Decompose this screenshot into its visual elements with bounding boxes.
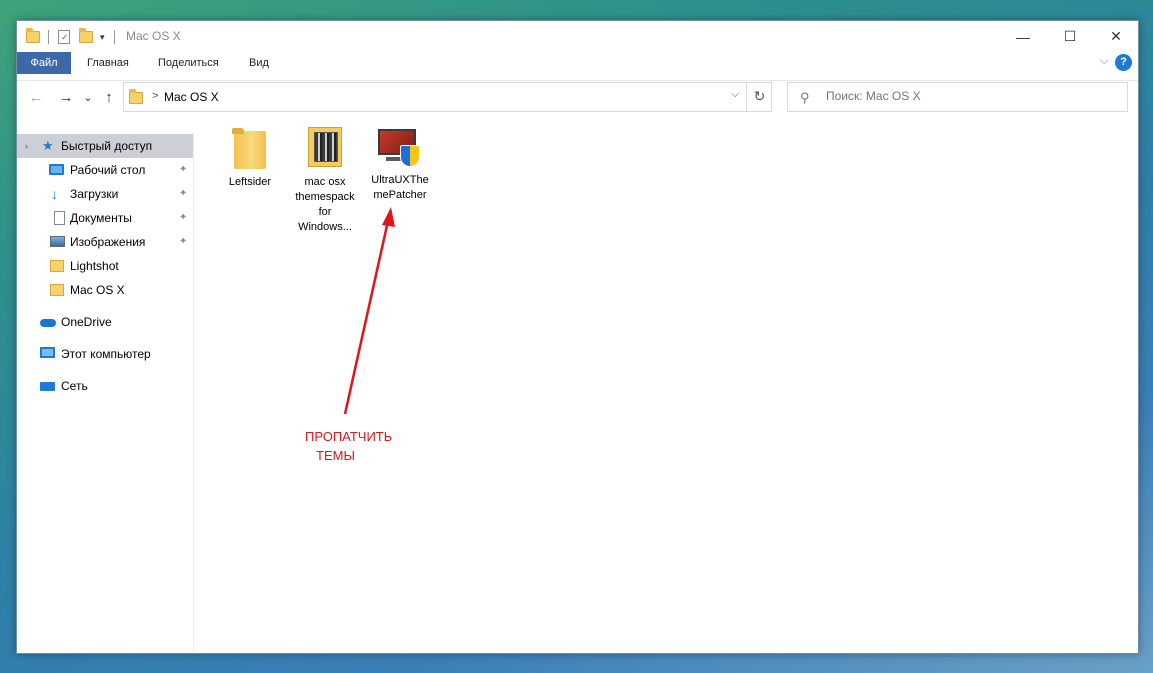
sidebar-item-label: Этот компьютер bbox=[61, 347, 151, 361]
sidebar-item-onedrive[interactable]: OneDrive bbox=[17, 310, 193, 334]
star-icon: ★ bbox=[42, 138, 54, 153]
tab-view[interactable]: Вид bbox=[239, 52, 279, 74]
pin-icon[interactable]: ✦ bbox=[179, 182, 187, 206]
pin-icon[interactable]: ✦ bbox=[179, 206, 187, 230]
tab-file[interactable]: Файл bbox=[17, 52, 71, 74]
close-button[interactable]: ✕ bbox=[1093, 21, 1139, 52]
sidebar-item-label: Быстрый доступ bbox=[61, 139, 153, 153]
sidebar-item-label: Загрузки bbox=[70, 187, 119, 201]
maximize-button[interactable]: ☐ bbox=[1047, 21, 1093, 52]
properties-icon[interactable]: ✓ bbox=[58, 30, 70, 44]
tab-share[interactable]: Поделиться bbox=[148, 52, 229, 74]
quick-access-toolbar: ✓ ▾ bbox=[26, 28, 115, 46]
back-button[interactable]: ← bbox=[25, 81, 47, 115]
minimize-button[interactable]: — bbox=[1000, 21, 1046, 52]
expand-chevron-icon[interactable]: › bbox=[25, 134, 28, 158]
sidebar-item-label: Lightshot bbox=[70, 259, 119, 273]
desktop-icon bbox=[49, 164, 64, 175]
sidebar-item-downloads[interactable]: ↓ Загрузки ✦ bbox=[17, 182, 193, 206]
window-title: Mac OS X bbox=[126, 29, 181, 43]
folder-icon bbox=[232, 128, 266, 169]
documents-icon bbox=[54, 211, 65, 225]
file-list[interactable]: Leftsider mac osx themespack for Windows… bbox=[195, 121, 1138, 653]
installer-shield-icon bbox=[378, 127, 422, 167]
pictures-icon bbox=[50, 236, 65, 247]
title-bar[interactable]: ✓ ▾ Mac OS X — ☐ ✕ bbox=[17, 21, 1138, 52]
computer-icon bbox=[40, 347, 55, 358]
navigation-pane: › ★ Быстрый доступ Рабочий стол ✦ ↓ Загр… bbox=[17, 131, 194, 653]
refresh-button[interactable]: ↻ bbox=[746, 82, 772, 112]
help-icon[interactable]: ? bbox=[1115, 54, 1132, 71]
file-name: UltraUXThemePatcher bbox=[371, 174, 429, 201]
address-bar[interactable]: > Mac OS X ⌵ bbox=[123, 82, 772, 112]
folder-icon bbox=[50, 260, 64, 272]
new-folder-icon[interactable] bbox=[79, 28, 93, 43]
sidebar-item-lightshot[interactable]: Lightshot bbox=[17, 254, 193, 278]
folder-icon bbox=[129, 89, 143, 104]
up-button[interactable]: ↑ bbox=[99, 81, 119, 115]
onedrive-icon bbox=[40, 319, 56, 327]
recent-locations-button[interactable]: ⌄ bbox=[81, 81, 95, 115]
file-item-ultrauxthemepatcher[interactable]: UltraUXThemePatcher bbox=[365, 127, 435, 203]
explorer-window: ✓ ▾ Mac OS X — ☐ ✕ Файл Главная Поделить… bbox=[16, 20, 1139, 654]
annotation-line-1: ПРОПАТЧИТЬ bbox=[305, 429, 393, 444]
customize-toolbar-icon[interactable]: ▾ bbox=[100, 32, 105, 43]
archive-icon bbox=[308, 127, 342, 167]
sidebar-item-desktop[interactable]: Рабочий стол ✦ bbox=[17, 158, 193, 182]
folder-icon bbox=[26, 28, 40, 43]
ribbon-tabs: Файл Главная Поделиться Вид bbox=[17, 52, 1138, 74]
downloads-icon: ↓ bbox=[51, 186, 58, 202]
search-icon: ⚲ bbox=[800, 90, 810, 105]
navigation-bar: ← → ⌄ ↑ > Mac OS X ⌵ ↻ ⚲ bbox=[17, 80, 1138, 114]
toolbar-divider bbox=[48, 30, 49, 44]
file-name: mac osx themespack for Windows... bbox=[295, 176, 355, 233]
sidebar-item-this-pc[interactable]: Этот компьютер bbox=[17, 342, 193, 366]
sidebar-item-label: Рабочий стол bbox=[70, 163, 146, 177]
network-icon bbox=[40, 382, 55, 391]
search-input[interactable] bbox=[826, 89, 1116, 103]
sidebar-item-label: Изображения bbox=[70, 235, 146, 249]
search-box[interactable]: ⚲ bbox=[787, 82, 1128, 112]
annotation-line-2: ТЕМЫ bbox=[316, 448, 355, 463]
sidebar-item-label: Сеть bbox=[61, 379, 88, 393]
sidebar-item-network[interactable]: Сеть bbox=[17, 374, 193, 398]
sidebar-item-label: OneDrive bbox=[61, 315, 112, 329]
sidebar-item-quick-access[interactable]: › ★ Быстрый доступ bbox=[17, 134, 193, 158]
forward-button[interactable]: → bbox=[55, 81, 77, 115]
file-name: Leftsider bbox=[228, 176, 272, 188]
sidebar-item-label: Mac OS X bbox=[70, 283, 125, 297]
sidebar-item-label: Документы bbox=[70, 211, 132, 225]
address-dropdown-icon[interactable]: ⌵ bbox=[731, 89, 739, 100]
toolbar-divider bbox=[113, 30, 115, 44]
expand-ribbon-icon[interactable]: ⌵ bbox=[1100, 55, 1108, 68]
file-item-themespack[interactable]: mac osx themespack for Windows... bbox=[289, 127, 361, 235]
tab-home[interactable]: Главная bbox=[77, 52, 139, 74]
folder-icon bbox=[50, 284, 64, 296]
sidebar-item-documents[interactable]: Документы ✦ bbox=[17, 206, 193, 230]
sidebar-item-pictures[interactable]: Изображения ✦ bbox=[17, 230, 193, 254]
breadcrumb-separator-icon[interactable]: > bbox=[152, 90, 158, 102]
file-item-leftsider[interactable]: Leftsider bbox=[215, 127, 285, 190]
pin-icon[interactable]: ✦ bbox=[179, 230, 187, 254]
breadcrumb-item[interactable]: Mac OS X bbox=[164, 90, 219, 104]
pin-icon[interactable]: ✦ bbox=[179, 158, 187, 182]
annotation-text: ПРОПАТЧИТЬ ТЕМЫ bbox=[305, 427, 392, 465]
sidebar-item-mac-os-x[interactable]: Mac OS X bbox=[17, 278, 193, 302]
